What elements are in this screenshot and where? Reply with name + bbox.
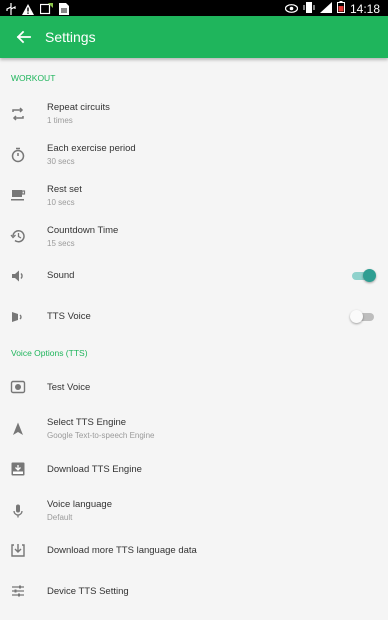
setting-label: Device TTS Setting [47, 586, 129, 597]
arrow-back-icon[interactable] [14, 27, 34, 47]
setting-label: Each exercise period [47, 143, 136, 154]
microphone-icon [10, 503, 26, 519]
setting-label: Download TTS Engine [47, 464, 142, 475]
setting-value: Default [47, 513, 73, 522]
setting-label: TTS Voice [47, 311, 91, 322]
battery-icon [336, 1, 345, 16]
setting-repeat-circuits[interactable]: Repeat circuits 1 times [0, 96, 388, 132]
setting-voice-language[interactable]: Voice language Default [0, 493, 388, 529]
setting-label: Select TTS Engine [47, 417, 127, 428]
sound-toggle[interactable] [352, 268, 376, 284]
setting-rest-set[interactable]: Rest set 10 secs [0, 178, 388, 214]
coffee-icon [10, 187, 26, 203]
setting-value: 30 secs [47, 157, 75, 166]
toggle-thumb [363, 269, 376, 282]
history-icon [10, 228, 26, 244]
setting-tts-voice[interactable]: TTS Voice [0, 303, 388, 331]
setting-countdown-time[interactable]: Countdown Time 15 secs [0, 219, 388, 255]
inbox-download-icon [10, 461, 26, 477]
stopwatch-icon [10, 147, 26, 163]
status-bar: 14:18 [0, 0, 388, 16]
vibrate-icon [303, 1, 315, 16]
setting-value: 15 secs [47, 239, 75, 248]
setting-value: 10 secs [47, 198, 75, 207]
setting-label: Sound [47, 270, 75, 281]
signal-icon [319, 1, 332, 16]
app-bar: Settings [0, 16, 388, 58]
toggle-thumb [350, 310, 363, 323]
setting-download-tts-engine[interactable]: Download TTS Engine [0, 455, 388, 483]
section-header-voice-options: Voice Options (TTS) [11, 348, 88, 358]
setting-test-voice[interactable]: Test Voice [0, 373, 388, 401]
setting-download-language-data[interactable]: Download more TTS language data [0, 536, 388, 564]
volume-icon [10, 268, 26, 284]
setting-device-tts[interactable]: Device TTS Setting [0, 577, 388, 605]
setting-sound[interactable]: Sound [0, 262, 388, 290]
setting-label: Download more TTS language data [47, 545, 197, 556]
setting-label: Countdown Time [47, 225, 119, 236]
setting-label: Repeat circuits [47, 102, 110, 113]
eye-icon [284, 2, 299, 16]
setting-label: Test Voice [47, 382, 91, 393]
voice-icon [10, 309, 26, 325]
download-icon [10, 542, 26, 558]
clock: 14:18 [349, 1, 380, 16]
setting-select-tts-engine[interactable]: Select TTS Engine Google Text-to-speech … [0, 411, 388, 447]
section-header-workout: WORKOUT [11, 73, 56, 83]
setting-value: 1 times [47, 116, 73, 125]
navigation-icon [10, 421, 26, 437]
setting-exercise-period[interactable]: Each exercise period 30 secs [0, 137, 388, 173]
tts-voice-toggle[interactable] [350, 309, 376, 325]
repeat-icon [10, 106, 26, 122]
page-title: Settings [45, 29, 96, 45]
speaker-icon [10, 379, 26, 395]
setting-label: Rest set [47, 184, 82, 195]
setting-label: Voice language [47, 499, 112, 510]
setting-value: Google Text-to-speech Engine [47, 431, 155, 440]
tune-icon [10, 583, 26, 599]
